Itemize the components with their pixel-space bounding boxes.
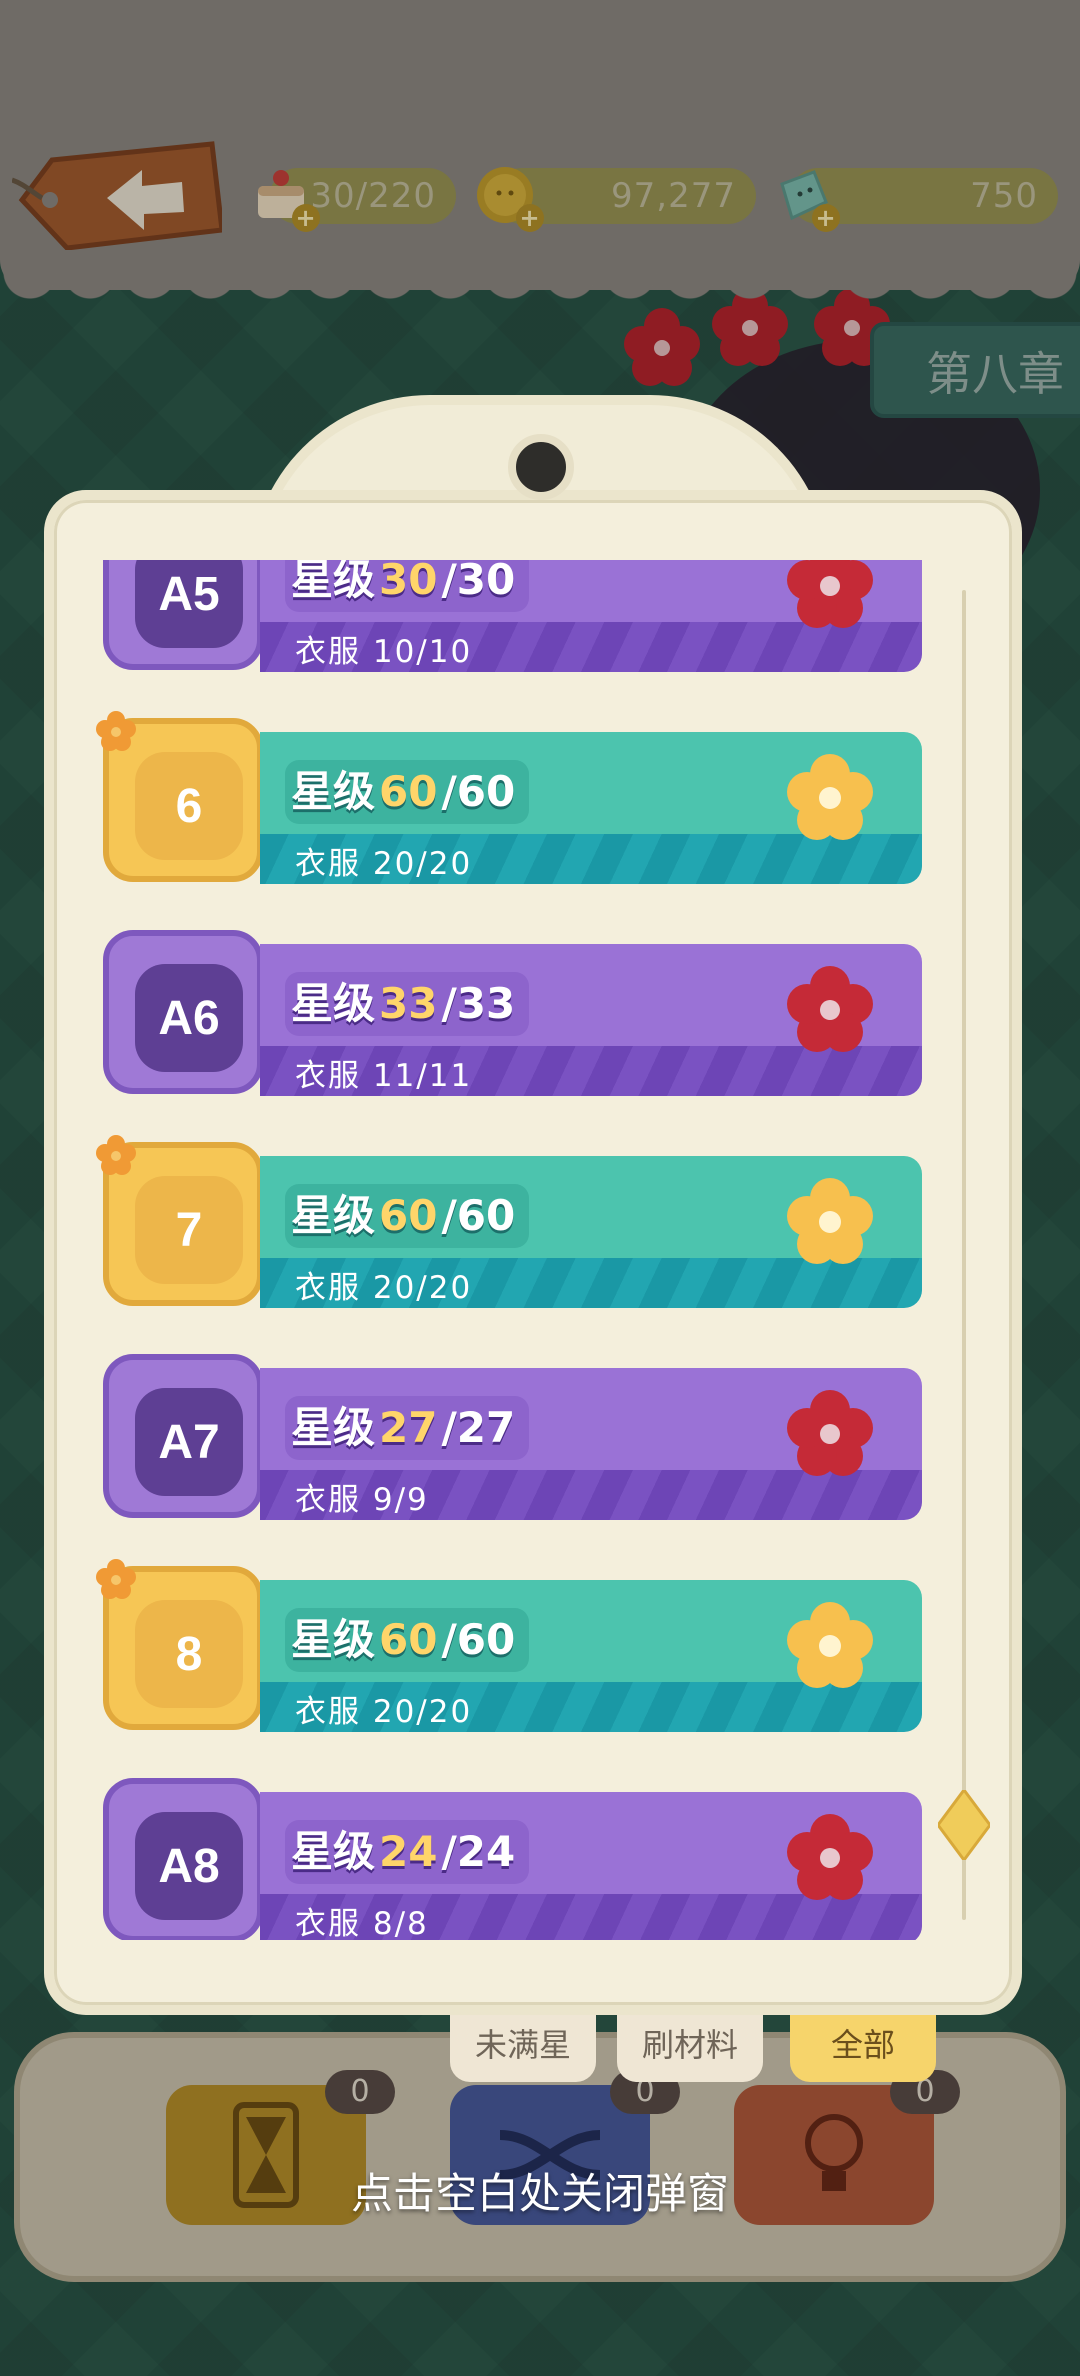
scrollbar-track[interactable] [962,590,966,1920]
cake-count: 30/220 [310,176,436,216]
stars-total: /60 [441,1615,516,1664]
level-id: A8 [135,1812,243,1920]
level-badge: A7 [103,1354,263,1518]
clothes-count: 衣服 10/10 [295,634,473,670]
stars-label: 星级 60/60 [285,1184,530,1248]
level-badge: A5 [103,560,263,670]
level-list[interactable]: A5 星级 30/30 衣服 10/10 6 星级 60/60 衣服 20/20 A… [95,560,935,1940]
level-row[interactable]: 8 星级 60/60 衣服 20/20 [95,1558,935,1738]
stars-prefix: 星级 [291,1827,376,1876]
stars-current: 27 [379,1403,438,1452]
stars-current: 60 [379,1191,438,1240]
chapter-tag[interactable]: 第八章 [870,322,1080,418]
stars-prefix: 星级 [291,1191,376,1240]
stars-label: 星级 24/24 [285,1820,530,1884]
scrollbar-thumb[interactable] [938,1790,990,1860]
stars-current: 60 [379,1615,438,1664]
filter-tab-not-full-star[interactable]: 未满星 [450,2012,596,2082]
stars-prefix: 星级 [291,560,376,604]
level-id: A7 [135,1388,243,1496]
resource-gem[interactable]: + 750 [780,168,1058,232]
level-row[interactable]: A6 星级 33/33 衣服 11/11 [95,922,935,1102]
resource-coin[interactable]: + 97,277 [477,167,756,232]
filter-tab-farm-materials[interactable]: 刷材料 [617,2012,763,2082]
level-badge: A8 [103,1778,263,1940]
level-id: A5 [135,560,243,648]
add-gem-icon[interactable]: + [812,204,840,232]
red-flower-icon [787,966,873,1052]
hourglass-count: 0 [325,2070,395,2114]
red-flower-icon [787,560,873,628]
resource-cake[interactable]: + 30/220 [258,168,456,232]
level-id: 7 [135,1176,243,1284]
clothes-count: 衣服 20/20 [295,1694,473,1730]
stars-prefix: 星级 [291,1403,376,1452]
coin-count: 97,277 [611,176,736,216]
level-row[interactable]: A7 星级 27/27 衣服 9/9 [95,1346,935,1526]
level-row[interactable]: 6 星级 60/60 衣服 20/20 [95,710,935,890]
gem-count: 750 [970,176,1038,216]
modal-hanger-hole [508,434,574,500]
stars-current: 30 [379,560,438,604]
orange-flower-corner-icon [96,711,136,751]
red-flower-decoration-icon [624,308,700,386]
stars-current: 33 [379,979,438,1028]
level-badge: A6 [103,930,263,1094]
level-id: 6 [135,752,243,860]
level-row[interactable]: A5 星级 30/30 衣服 10/10 [95,560,935,678]
level-id: 8 [135,1600,243,1708]
stars-total: /30 [441,560,516,604]
yellow-flower-icon [787,754,873,840]
clothes-count: 衣服 8/8 [295,1906,429,1940]
yellow-flower-icon [787,1178,873,1264]
orange-flower-corner-icon [96,1135,136,1175]
clothes-count: 衣服 9/9 [295,1482,429,1518]
stars-label: 星级 27/27 [285,1396,530,1460]
clothes-count: 衣服 20/20 [295,846,473,882]
add-coin-icon[interactable]: + [516,204,544,232]
stars-current: 24 [379,1827,438,1876]
red-flower-icon [787,1390,873,1476]
stars-label: 星级 30/30 [285,560,530,612]
level-row[interactable]: A8 星级 24/24 衣服 8/8 [95,1770,935,1940]
stars-prefix: 星级 [291,1615,376,1664]
yellow-flower-icon [787,1602,873,1688]
stars-label: 星级 60/60 [285,1608,530,1672]
stars-total: /33 [441,979,516,1028]
stars-prefix: 星级 [291,767,376,816]
stars-label: 星级 33/33 [285,972,530,1036]
close-hint-text: 点击空白处关闭弹窗 [350,2169,729,2218]
stars-current: 60 [379,767,438,816]
red-flower-icon [787,1814,873,1900]
stars-prefix: 星级 [291,979,376,1028]
back-button[interactable] [12,140,222,250]
add-cake-icon[interactable]: + [292,204,320,232]
stars-label: 星级 60/60 [285,760,530,824]
clothes-count: 衣服 20/20 [295,1270,473,1306]
level-id: A6 [135,964,243,1072]
clothes-count: 衣服 11/11 [295,1058,473,1094]
level-row[interactable]: 7 星级 60/60 衣服 20/20 [95,1134,935,1314]
stars-total: /24 [441,1827,516,1876]
stars-total: /60 [441,767,516,816]
stars-total: /27 [441,1403,516,1452]
stars-total: /60 [441,1191,516,1240]
filter-tab-all[interactable]: 全部 [790,2012,936,2082]
orange-flower-corner-icon [96,1559,136,1599]
